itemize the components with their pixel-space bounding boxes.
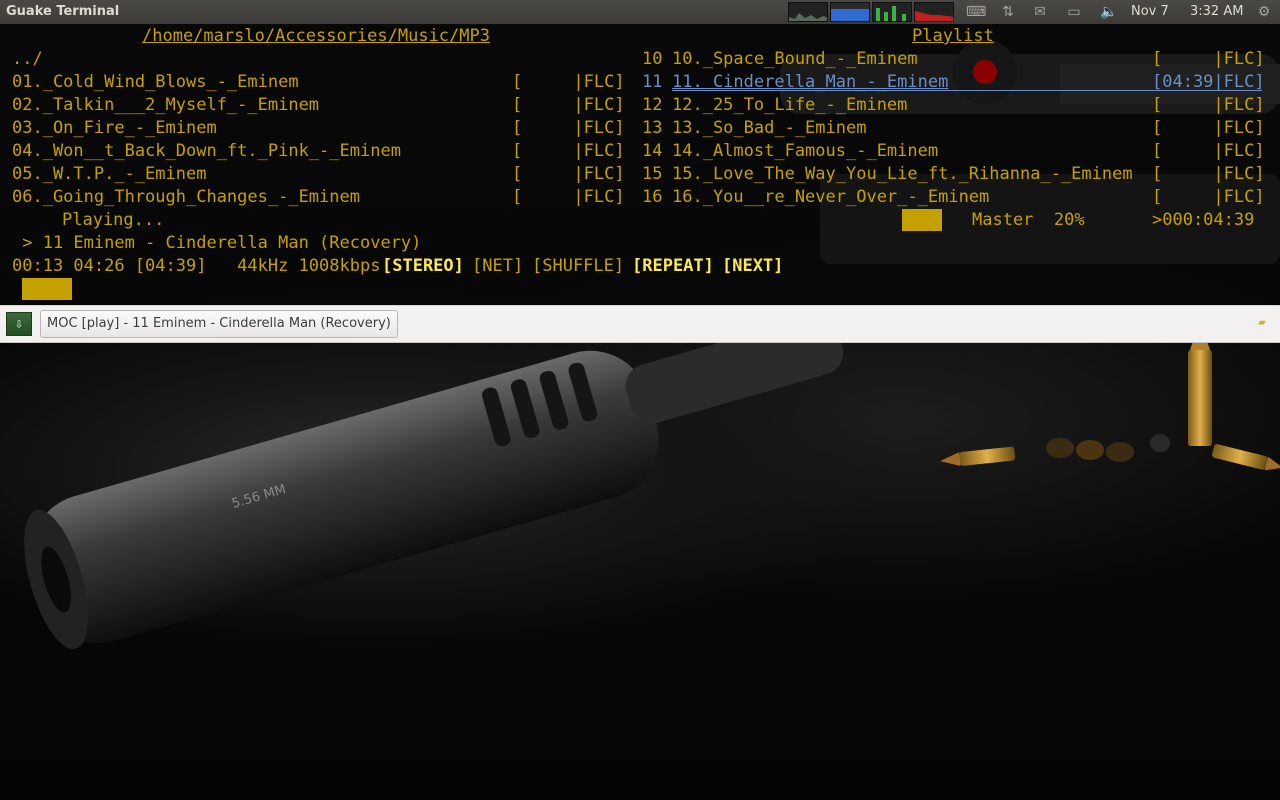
file-item[interactable]: 02._Talkin___2_Myself_-_Eminem	[12, 94, 319, 116]
playlist-header: Playlist	[912, 26, 994, 46]
net-flag: [NET]	[472, 256, 524, 276]
file-item-time: [ |FLC]	[512, 95, 625, 115]
file-item[interactable]: 04._Won__t_Back_Down_ft._Pink_-_Eminem	[12, 140, 401, 162]
playlist-item-number: 14	[642, 141, 663, 161]
playlist-item-number: 16	[642, 187, 663, 207]
file-item-time: [ |FLC]	[512, 72, 625, 92]
file-item-time: [ |FLC]	[512, 118, 625, 138]
playlist-item-number: 12	[642, 95, 663, 115]
guake-terminal[interactable]: /home/marslo/Accessories/Music/MP3 Playl…	[0, 24, 1280, 305]
playlist-item-time: [ |FLC]	[1152, 118, 1265, 138]
repeat-flag: [REPEAT]	[632, 256, 714, 276]
stereo-flag: [STEREO]	[382, 256, 464, 276]
playlist-item-number-selected: 11	[642, 72, 663, 92]
playlist-item-time: [ |FLC]	[1152, 164, 1265, 184]
playlist-item[interactable]: 12._25_To_Life_-_Eminem	[672, 94, 907, 116]
playlist-item-number: 13	[642, 118, 663, 138]
file-item-time: [ |FLC]	[512, 187, 625, 207]
directory-path: /home/marslo/Accessories/Music/MP3	[142, 26, 490, 46]
network-monitor-graph[interactable]	[872, 2, 912, 22]
playlist-item-time: [ |FLC]	[1152, 141, 1265, 161]
top-panel: Guake Terminal ⌨ ⇅ ✉ ▭ 🔈 Nov 7 3:32 AM ⚙	[0, 0, 1280, 24]
playlist-item-time: [ |FLC]	[1152, 49, 1265, 69]
now-playing: > 11 Eminem - Cinderella Man (Recovery)	[12, 233, 422, 253]
load-monitor-graph[interactable]	[914, 2, 954, 22]
file-item[interactable]: 03._On_Fire_-_Eminem	[12, 117, 217, 139]
file-item[interactable]: 01._Cold_Wind_Blows_-_Eminem	[12, 71, 299, 93]
terminal-cursor	[22, 278, 72, 300]
terminal-tab[interactable]: MOC [play] - 11 Eminem - Cinderella Man …	[40, 310, 398, 338]
network-transfer-icon[interactable]: ⇅	[1000, 4, 1016, 20]
playlist-item-time: [ |FLC]	[1152, 95, 1265, 115]
clock-date[interactable]: Nov 7	[1131, 4, 1169, 19]
playlist-item-time: [ |FLC]	[1152, 187, 1265, 207]
file-item[interactable]: 06._Going_Through_Changes_-_Eminem	[12, 186, 360, 208]
clock-time[interactable]: 3:32 AM	[1190, 4, 1243, 19]
file-item[interactable]: 05._W.T.P._-_Eminem	[12, 163, 206, 185]
selection-underline	[672, 90, 1262, 91]
parent-directory[interactable]: ../	[12, 48, 43, 70]
file-item-time: [ |FLC]	[512, 141, 625, 161]
total-time: >000:04:39	[1152, 210, 1255, 230]
shuffle-flag: [SHUFFLE]	[532, 256, 625, 276]
mixer-label: Master 20%	[972, 210, 1085, 230]
playlist-item[interactable]: 13._So_Bad_-_Eminem	[672, 117, 866, 139]
playlist-item[interactable]: 16._You__re_Never_Over_-_Eminem	[672, 186, 989, 208]
volume-icon[interactable]: 🔈	[1100, 4, 1117, 20]
next-flag: [NEXT]	[722, 256, 784, 276]
keyboard-icon[interactable]: ⌨	[966, 4, 986, 20]
volume-bar[interactable]	[902, 209, 942, 231]
player-status: Playing...	[62, 210, 165, 230]
folder-icon[interactable]: ▰	[1258, 316, 1274, 330]
tab-bar: ⇩ MOC [play] - 11 Eminem - Cinderella Ma…	[0, 305, 1280, 343]
app-title: Guake Terminal	[6, 4, 120, 19]
playlist-item-number: 10	[642, 49, 663, 69]
add-tab-button[interactable]: ⇩	[6, 312, 32, 336]
playlist-item-number: 15	[642, 164, 663, 184]
playlist-item[interactable]: 14._Almost_Famous_-_Eminem	[672, 140, 938, 162]
download-arrow-icon: ⇩	[14, 316, 24, 332]
gear-icon[interactable]: ⚙	[1256, 4, 1272, 20]
file-item-time: [ |FLC]	[512, 164, 625, 184]
battery-icon[interactable]: ▭	[1066, 4, 1082, 20]
mail-icon[interactable]: ✉	[1032, 4, 1048, 20]
time-info: 00:13 04:26 [04:39] 44kHz 1008kbps	[12, 256, 381, 276]
cpu-monitor-graph[interactable]	[788, 2, 828, 22]
memory-monitor-graph[interactable]	[830, 2, 870, 22]
playlist-item[interactable]: 15._Love_The_Way_You_Lie_ft._Rihanna_-_E…	[672, 163, 1133, 185]
playlist-item[interactable]: 10._Space_Bound_-_Eminem	[672, 48, 918, 70]
